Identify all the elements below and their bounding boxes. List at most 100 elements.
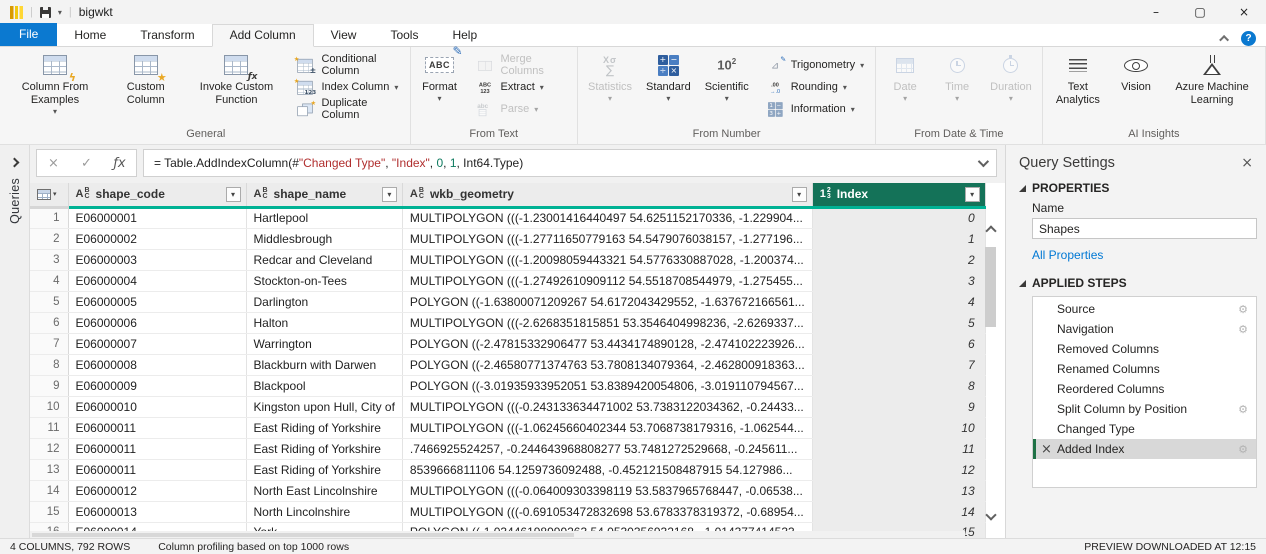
- cell-wkb-geometry[interactable]: MULTIPOLYGON (((-1.20098059443321 54.577…: [402, 249, 812, 270]
- formula-cancel-icon[interactable]: ×: [37, 156, 70, 171]
- cell-shape-code[interactable]: E06000004: [68, 270, 246, 291]
- filter-button[interactable]: ▾: [965, 187, 980, 202]
- parse-button[interactable]: abcParse▾: [470, 99, 571, 119]
- cell-index[interactable]: 3: [812, 270, 985, 291]
- filter-button[interactable]: ▾: [792, 187, 807, 202]
- cell-wkb-geometry[interactable]: MULTIPOLYGON (((-1.27711650779163 54.547…: [402, 228, 812, 249]
- step-split-column-by-position[interactable]: Split Column by Position⚙: [1033, 399, 1256, 419]
- applied-steps-section-header[interactable]: APPLIED STEPS: [1019, 276, 1253, 290]
- cell-shape-name[interactable]: Middlesbrough: [246, 228, 402, 249]
- row-number[interactable]: 6: [30, 312, 68, 333]
- cell-index[interactable]: 14: [812, 501, 985, 522]
- step-settings-gear-icon[interactable]: ⚙: [1238, 403, 1248, 416]
- query-name-input[interactable]: [1032, 218, 1257, 239]
- cell-shape-name[interactable]: Redcar and Cleveland: [246, 249, 402, 270]
- vision-button[interactable]: Vision: [1110, 47, 1162, 127]
- cell-shape-code[interactable]: E06000011: [68, 459, 246, 480]
- row-number[interactable]: 7: [30, 333, 68, 354]
- quick-access-caret-icon[interactable]: ▾: [58, 8, 62, 17]
- formula-input[interactable]: = Table.AddIndexColumn(#"Changed Type", …: [143, 149, 997, 177]
- row-number[interactable]: 3: [30, 249, 68, 270]
- tab-home[interactable]: Home: [57, 24, 123, 46]
- formula-fx-icon[interactable]: ƒx: [103, 156, 136, 171]
- step-renamed-columns[interactable]: Renamed Columns: [1033, 359, 1256, 379]
- information-button[interactable]: 1−3+Information▾: [760, 99, 868, 119]
- step-changed-type[interactable]: Changed Type: [1033, 419, 1256, 439]
- cell-index[interactable]: 13: [812, 480, 985, 501]
- time-button[interactable]: Time▾: [931, 47, 983, 127]
- cell-wkb-geometry[interactable]: POLYGON ((-3.01935933952051 53.838942005…: [402, 375, 812, 396]
- column-header-shape-code[interactable]: ABCshape_code▾: [68, 183, 246, 207]
- panel-close-icon[interactable]: ×: [1241, 155, 1253, 171]
- cell-shape-code[interactable]: E06000005: [68, 291, 246, 312]
- index-column-button[interactable]: ★123Index Column▾: [290, 77, 402, 97]
- window-close-button[interactable]: ×: [1222, 0, 1266, 24]
- cell-shape-code[interactable]: E06000003: [68, 249, 246, 270]
- cell-wkb-geometry[interactable]: MULTIPOLYGON (((-0.064009303398119 53.58…: [402, 480, 812, 501]
- cell-shape-code[interactable]: E06000001: [68, 207, 246, 228]
- scientific-button[interactable]: 102Scientific▾: [698, 47, 756, 127]
- row-number[interactable]: 10: [30, 396, 68, 417]
- tab-transform[interactable]: Transform: [123, 24, 211, 46]
- step-settings-gear-icon[interactable]: ⚙: [1238, 443, 1248, 456]
- cell-shape-code[interactable]: E06000008: [68, 354, 246, 375]
- formula-confirm-icon[interactable]: ✓: [70, 156, 103, 171]
- extract-button[interactable]: ABC123Extract▾: [470, 77, 571, 97]
- tab-help[interactable]: Help: [435, 24, 494, 46]
- cell-index[interactable]: 6: [812, 333, 985, 354]
- tab-view[interactable]: View: [314, 24, 374, 46]
- tab-tools[interactable]: Tools: [373, 24, 435, 46]
- step-reordered-columns[interactable]: Reordered Columns: [1033, 379, 1256, 399]
- cell-shape-code[interactable]: E06000002: [68, 228, 246, 249]
- window-maximize-button[interactable]: ▢: [1178, 0, 1222, 24]
- help-icon[interactable]: ?: [1241, 31, 1256, 46]
- cell-wkb-geometry[interactable]: POLYGON ((-2.46580771374763 53.780813407…: [402, 354, 812, 375]
- cell-index[interactable]: 10: [812, 417, 985, 438]
- trigonometry-button[interactable]: ⊿✎Trigonometry▾: [760, 55, 868, 75]
- duplicate-column-button[interactable]: ★Duplicate Column: [290, 99, 402, 119]
- cell-index[interactable]: 0: [812, 207, 985, 228]
- duration-button[interactable]: Duration▾: [983, 47, 1039, 127]
- cell-shape-code[interactable]: E06000012: [68, 480, 246, 501]
- date-button[interactable]: Date▾: [879, 47, 931, 127]
- formula-expand-icon[interactable]: [978, 156, 989, 167]
- cell-wkb-geometry[interactable]: .7466925524257, -0.244643968808277 53.74…: [402, 438, 812, 459]
- column-header-wkb-geometry[interactable]: ABCwkb_geometry▾: [402, 183, 812, 207]
- row-number[interactable]: 8: [30, 354, 68, 375]
- cell-shape-code[interactable]: E06000006: [68, 312, 246, 333]
- rounding-button[interactable]: .00→.0Rounding▾: [760, 77, 868, 97]
- column-header-shape-name[interactable]: ABCshape_name▾: [246, 183, 402, 207]
- scroll-down-icon[interactable]: [985, 509, 996, 520]
- cell-shape-name[interactable]: North East Lincolnshire: [246, 480, 402, 501]
- row-number[interactable]: 12: [30, 438, 68, 459]
- azure-machine-learning-button[interactable]: Azure Machine Learning: [1162, 47, 1262, 127]
- queries-pane-label[interactable]: Queries: [8, 178, 22, 224]
- cell-shape-code[interactable]: E06000011: [68, 438, 246, 459]
- horizontal-scroll-thumb[interactable]: [32, 533, 574, 537]
- cell-index[interactable]: 5: [812, 312, 985, 333]
- cell-wkb-geometry[interactable]: POLYGON ((-2.47815332906477 53.443417489…: [402, 333, 812, 354]
- cell-index[interactable]: 9: [812, 396, 985, 417]
- cell-index[interactable]: 7: [812, 354, 985, 375]
- cell-shape-name[interactable]: East Riding of Yorkshire: [246, 459, 402, 480]
- cell-shape-code[interactable]: E06000009: [68, 375, 246, 396]
- invoke-custom-function-button[interactable]: ƒxInvoke Custom Function: [186, 47, 286, 127]
- cell-index[interactable]: 4: [812, 291, 985, 312]
- cell-shape-name[interactable]: Stockton-on-Tees: [246, 270, 402, 291]
- cell-wkb-geometry[interactable]: MULTIPOLYGON (((-1.06245660402344 53.706…: [402, 417, 812, 438]
- cell-shape-code[interactable]: E06000013: [68, 501, 246, 522]
- cell-wkb-geometry[interactable]: MULTIPOLYGON (((-1.27492610909112 54.551…: [402, 270, 812, 291]
- standard-button[interactable]: +−÷×Standard▾: [639, 47, 698, 127]
- cell-wkb-geometry[interactable]: POLYGON ((-1.63800071209267 54.617204342…: [402, 291, 812, 312]
- cell-shape-name[interactable]: Blackpool: [246, 375, 402, 396]
- column-from-examples-button[interactable]: ϟColumn From Examples▾: [5, 47, 105, 127]
- cell-index[interactable]: 1: [812, 228, 985, 249]
- queries-pane-expand-icon[interactable]: [10, 158, 20, 168]
- cell-index[interactable]: 12: [812, 459, 985, 480]
- tab-file[interactable]: File: [0, 23, 57, 46]
- cell-shape-name[interactable]: East Riding of Yorkshire: [246, 438, 402, 459]
- conditional-column-button[interactable]: ★±Conditional Column: [290, 55, 402, 75]
- tab-add-column[interactable]: Add Column: [212, 24, 314, 47]
- vertical-scroll-thumb[interactable]: [985, 247, 996, 327]
- properties-section-header[interactable]: PROPERTIES: [1019, 181, 1253, 195]
